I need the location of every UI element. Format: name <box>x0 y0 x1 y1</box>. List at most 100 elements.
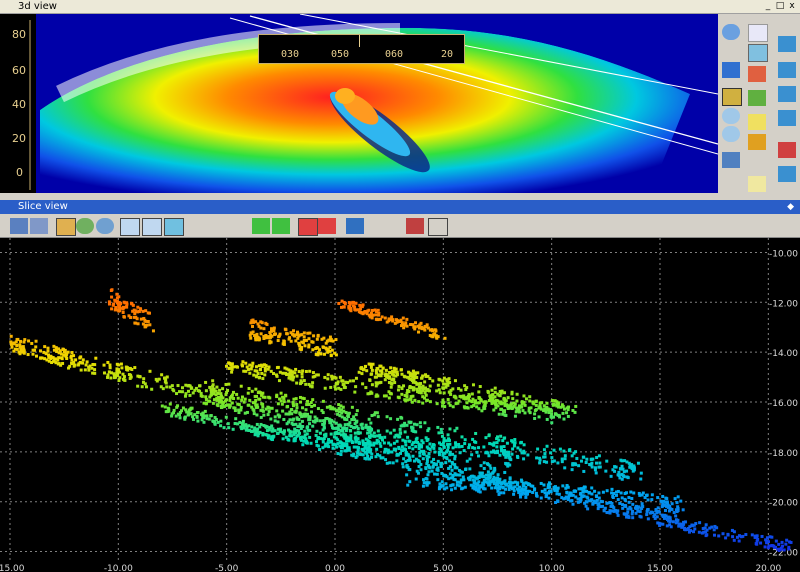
sounding-point <box>200 394 204 398</box>
sounding-point <box>630 496 634 500</box>
flag-green2-icon[interactable] <box>272 218 290 234</box>
sounding-point <box>17 350 21 354</box>
side-tool-icon[interactable] <box>778 86 796 102</box>
grid-icon[interactable] <box>748 44 768 62</box>
side-tool-icon[interactable] <box>778 62 796 78</box>
sounding-point <box>322 352 326 356</box>
sounding-point <box>483 487 487 491</box>
sounding-point <box>447 377 451 381</box>
slice-view-canvas[interactable]: -15.00 -10.00 -5.00 0.00 5.00 10.00 15.00 20.00… <box>0 238 800 572</box>
sounding-point <box>474 440 478 444</box>
color-ramp-icon[interactable] <box>748 90 766 106</box>
sounding-point <box>228 361 232 365</box>
side-tool-icon[interactable] <box>778 142 796 158</box>
sounding-point <box>301 443 305 447</box>
sounding-point <box>447 459 451 463</box>
sounding-point <box>549 451 553 455</box>
sounding-point <box>366 448 370 452</box>
save-icon[interactable] <box>30 218 48 234</box>
sounding-point <box>165 375 169 379</box>
sounding-point <box>55 347 59 351</box>
zoom-out-icon[interactable] <box>96 218 114 234</box>
sounding-point <box>673 497 677 501</box>
sounding-point <box>308 428 312 432</box>
sounding-point <box>216 420 220 424</box>
view3d-canvas[interactable]: 80 60 40 20 0 030 050 060 20 <box>0 14 718 193</box>
sounding-point <box>653 513 657 517</box>
maximize-button[interactable]: □ <box>774 0 786 13</box>
points-icon[interactable] <box>748 24 768 42</box>
grid-icon[interactable] <box>164 218 184 236</box>
sounding-point <box>316 407 320 411</box>
sounding-point <box>387 390 391 394</box>
side-tool-icon[interactable] <box>778 166 796 182</box>
properties-icon[interactable] <box>406 218 424 234</box>
sounding-point <box>218 388 222 392</box>
sounding-point <box>658 523 662 527</box>
info-icon[interactable] <box>748 176 766 192</box>
side-tool-icon[interactable] <box>778 36 796 52</box>
texture-icon[interactable] <box>748 134 766 150</box>
zoom-out-icon[interactable] <box>722 126 740 142</box>
zoom-in-icon[interactable] <box>76 218 94 234</box>
sounding-point <box>571 462 575 466</box>
sounding-point <box>248 371 252 375</box>
crosshair-icon[interactable] <box>722 152 740 168</box>
sounding-point <box>341 379 345 383</box>
sounding-point <box>524 491 528 495</box>
sounding-point <box>130 302 134 306</box>
sounding-point <box>284 394 288 398</box>
sounding-point <box>405 463 409 467</box>
sounding-point <box>196 419 200 423</box>
slice-collapse-button[interactable]: ◆ <box>787 200 794 214</box>
flag-red2-icon[interactable] <box>318 218 336 234</box>
sounding-point <box>320 409 324 413</box>
sounding-point <box>731 535 735 539</box>
sounding-point <box>234 417 238 421</box>
sounding-point <box>488 464 492 468</box>
sounding-point <box>472 403 476 407</box>
sounding-point <box>577 464 581 468</box>
fit-view-icon[interactable] <box>722 88 742 106</box>
fit-icon[interactable] <box>56 218 76 236</box>
sounding-point <box>253 433 257 437</box>
flag-red-icon[interactable] <box>298 218 318 236</box>
sounding-point <box>125 305 129 309</box>
light-icon[interactable] <box>748 114 766 130</box>
sounding-point <box>398 431 402 435</box>
sounding-point <box>21 345 25 349</box>
sounding-point <box>369 365 373 369</box>
sounding-point <box>243 397 247 401</box>
globe-icon[interactable] <box>10 218 28 234</box>
rotate-icon[interactable] <box>722 24 740 40</box>
sounding-point <box>336 380 340 384</box>
pin-icon[interactable] <box>346 218 364 234</box>
side-tool-icon[interactable] <box>778 110 796 126</box>
flag-green-icon[interactable] <box>252 218 270 234</box>
sounding-point <box>545 444 549 448</box>
sounding-point <box>533 412 537 416</box>
arrow-down-icon[interactable] <box>722 62 740 78</box>
sounding-point <box>43 345 47 349</box>
sounding-point <box>431 335 435 339</box>
sounding-point <box>608 501 612 505</box>
sounding-point <box>471 478 475 482</box>
zoom-in-icon[interactable] <box>722 108 740 124</box>
sounding-point <box>259 415 263 419</box>
close-button[interactable]: x <box>786 0 798 13</box>
crosshair-icon[interactable] <box>142 218 162 236</box>
sounding-point <box>255 429 259 433</box>
sounding-point <box>422 449 426 453</box>
sounding-point <box>363 310 367 314</box>
sounding-point <box>102 363 106 367</box>
measure-icon[interactable] <box>120 218 140 236</box>
sounding-point <box>689 529 693 533</box>
minimize-button[interactable]: _ <box>762 0 774 13</box>
sounding-point <box>174 414 178 418</box>
sounding-point <box>646 507 650 511</box>
dots-icon[interactable] <box>748 66 766 82</box>
splitter[interactable] <box>0 193 800 200</box>
pointer-icon[interactable] <box>428 218 448 236</box>
sounding-point <box>337 386 341 390</box>
sounding-point <box>515 392 519 396</box>
